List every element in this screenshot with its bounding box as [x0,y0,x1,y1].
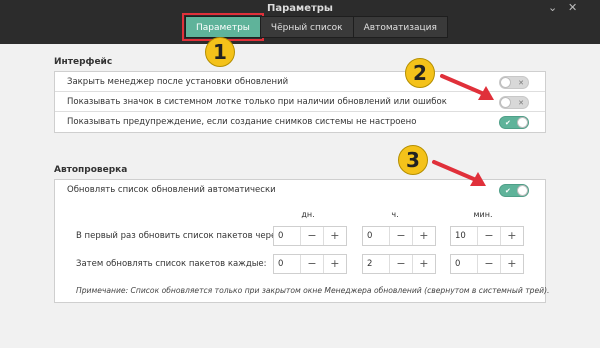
toggle-snapshot-warning[interactable]: ✔ [499,116,529,129]
minus-button[interactable]: − [478,255,501,273]
interface-section-title: Интерфейс [54,57,113,67]
minimize-icon[interactable]: ⌄ [548,2,557,14]
close-icon[interactable]: ✕ [568,2,577,14]
then-days-value[interactable]: 0 [274,255,302,273]
plus-button[interactable]: + [501,227,523,245]
plus-button[interactable]: + [324,227,346,245]
tab-preferences[interactable]: Параметры [182,13,264,41]
first-days-stepper[interactable]: 0 − + [273,226,347,246]
column-days: дн. [301,210,315,219]
check-icon: ✔ [505,119,511,127]
minus-button[interactable]: − [390,227,413,245]
first-minutes-value[interactable]: 10 [451,227,479,245]
title-bar: Параметры ⌄ ✕ Параметры Чёрный список Ав… [0,0,600,44]
row-snapshot-warning: Показывать предупреждение, если создание… [55,112,545,132]
first-minutes-stepper[interactable]: 10 − + [450,226,524,246]
tab-bar: Параметры Чёрный список Автоматизация [182,13,448,41]
column-hours: ч. [391,210,399,219]
cross-icon: ✕ [518,99,524,107]
plus-button[interactable]: + [324,255,346,273]
content-area: Интерфейс Закрыть менеджер после установ… [0,44,600,348]
then-hours-value[interactable]: 2 [363,255,391,273]
settings-window: Параметры ⌄ ✕ Параметры Чёрный список Ав… [0,0,600,348]
tab-blacklist[interactable]: Чёрный список [259,16,354,38]
plus-button[interactable]: + [413,255,435,273]
plus-button[interactable]: + [413,227,435,245]
row-label: Обновлять список обновлений автоматическ… [67,185,276,195]
then-minutes-value[interactable]: 0 [451,255,479,273]
then-minutes-stepper[interactable]: 0 − + [450,254,524,274]
row-label: Закрыть менеджер после установки обновле… [67,77,289,87]
then-hours-stepper[interactable]: 2 − + [362,254,436,274]
toggle-close-after-install[interactable]: ✕ [499,76,529,89]
minus-button[interactable]: − [301,255,324,273]
first-refresh-label: В первый раз обновить список пакетов чер… [76,231,284,241]
row-label: Показывать предупреждение, если создание… [67,117,417,127]
first-hours-value[interactable]: 0 [363,227,391,245]
column-minutes: мин. [473,210,493,219]
plus-button[interactable]: + [501,255,523,273]
window-title: Параметры [267,3,333,14]
first-days-value[interactable]: 0 [274,227,302,245]
check-icon: ✔ [505,187,511,195]
minus-button[interactable]: − [301,227,324,245]
row-label: Показывать значок в системном лотке толь… [67,97,447,107]
then-days-stepper[interactable]: 0 − + [273,254,347,274]
autocheck-note: Примечание: Список обновляется только пр… [76,286,550,295]
minus-button[interactable]: − [390,255,413,273]
arrow-icon [440,74,494,100]
cross-icon: ✕ [518,79,524,87]
toggle-tray-icon-only[interactable]: ✕ [499,96,529,109]
toggle-auto-refresh[interactable]: ✔ [499,184,529,197]
first-hours-stepper[interactable]: 0 − + [362,226,436,246]
then-refresh-label: Затем обновлять список пакетов каждые: [76,259,267,269]
tab-automation[interactable]: Автоматизация [352,16,448,38]
annotation-badge-2: 2 [405,58,435,88]
arrow-icon [432,160,486,186]
minus-button[interactable]: − [478,227,501,245]
annotation-badge-1: 1 [205,37,235,67]
annotation-badge-3: 3 [398,145,428,175]
autocheck-section-title: Автопроверка [54,165,128,175]
